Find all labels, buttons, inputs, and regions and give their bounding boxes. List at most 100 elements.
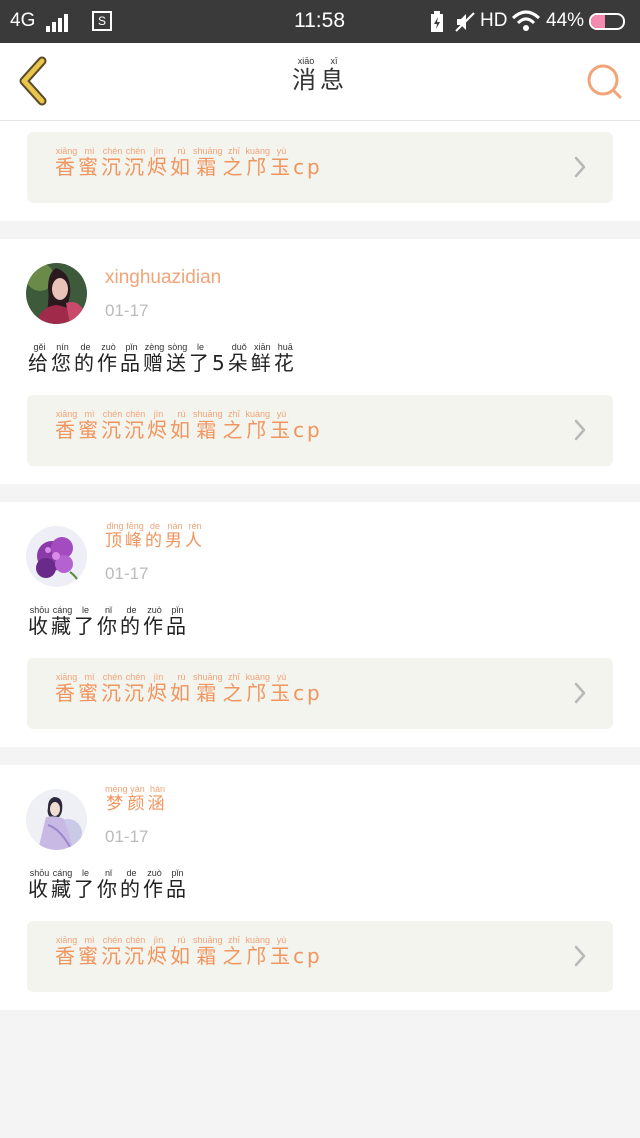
action-char: 你nǐ — [97, 868, 120, 901]
action-char: 收shōu — [28, 605, 51, 638]
work-title-char: 烬jìn — [147, 672, 170, 705]
action-char: 了le — [74, 605, 97, 638]
work-title-char: 玉yù — [270, 672, 294, 705]
work-title-char: 玉yù — [270, 409, 294, 442]
work-title-char: 霜shuāng — [193, 672, 223, 705]
work-title-char: 邝kuàng — [245, 935, 271, 968]
work-link[interactable]: 香xiāng蜜mì沉chén沉chén烬jìn如rú霜shuāng之zhī邝ku… — [27, 395, 613, 466]
work-link[interactable]: 香xiāng蜜mì沉chén沉chén烬jìn如rú霜shuāng之zhī邝ku… — [27, 132, 613, 203]
work-title-char: 之zhī — [222, 672, 246, 705]
work-title-char: 如rú — [170, 935, 193, 968]
work-title: 香xiāng蜜mì沉chén沉chén烬jìn如rú霜shuāng之zhī邝ku… — [55, 935, 323, 970]
action-char: 赠zèng — [143, 342, 166, 375]
clock: 11:58 — [294, 9, 345, 32]
avatar[interactable] — [26, 526, 87, 587]
avatar[interactable] — [26, 263, 87, 324]
work-title-char: cp — [293, 155, 323, 179]
work-title-char: 烬jìn — [147, 409, 170, 442]
battery-charging-icon — [431, 11, 443, 32]
work-title-char: 如rú — [170, 409, 193, 442]
message-date: 01-17 — [105, 301, 149, 320]
action-char: 作zuò — [143, 868, 166, 901]
search-icon[interactable] — [586, 63, 624, 101]
work-title-char: 霜shuāng — [193, 409, 223, 442]
network-type: 4G — [10, 10, 36, 31]
battery-percent: 44% — [546, 10, 585, 31]
action-char: 你nǐ — [97, 605, 120, 638]
work-title: 香xiāng蜜mì沉chén沉chén烬jìn如rú霜shuāng之zhī邝ku… — [55, 672, 323, 707]
work-title-char: 沉chén — [101, 935, 124, 968]
action-char: 作zuò — [97, 342, 120, 375]
username[interactable]: 顶dǐng峰fēng的de男nán人rén — [105, 521, 205, 551]
work-title-char: 沉chén — [101, 672, 124, 705]
action-char: 给gěi — [28, 342, 51, 375]
message-action-text: 收shōu藏cáng了le你nǐ的de作zuò品pǐn — [28, 868, 189, 903]
chevron-right-icon — [574, 682, 586, 704]
action-char: 作zuò — [143, 605, 166, 638]
signal-icon — [46, 12, 72, 32]
work-title-char: 烬jìn — [147, 146, 170, 179]
status-bar: 4G S 11:58 HD 44% — [0, 0, 640, 43]
work-title-char: 沉chén — [124, 409, 147, 442]
message-action-text: 收shōu藏cáng了le你nǐ的de作zuò品pǐn — [28, 605, 189, 640]
action-char: 5 — [212, 351, 228, 375]
action-char: 的de — [74, 342, 97, 375]
chevron-right-icon — [574, 945, 586, 967]
work-title-char: 沉chén — [124, 672, 147, 705]
username-char: 男nán — [165, 521, 185, 550]
work-title-char: cp — [293, 944, 323, 968]
work-title-char: 邝kuàng — [245, 672, 271, 705]
work-title-char: 沉chén — [124, 935, 147, 968]
username-char: 顶dǐng — [105, 521, 125, 550]
action-char: 藏cáng — [51, 605, 74, 638]
username-char: 人rén — [185, 521, 205, 550]
work-title-char: 蜜mì — [78, 935, 101, 968]
username[interactable]: xinghuazidian — [105, 267, 221, 289]
work-title-char: 香xiāng — [55, 935, 78, 968]
action-char: 的de — [120, 605, 143, 638]
message-card: 顶dǐng峰fēng的de男nán人rén 01-17 收shōu藏cáng了l… — [0, 502, 640, 747]
work-link[interactable]: 香xiāng蜜mì沉chén沉chén烬jìn如rú霜shuāng之zhī邝ku… — [27, 658, 613, 729]
work-title-char: 蜜mì — [78, 409, 101, 442]
work-title-char: 烬jìn — [147, 935, 170, 968]
work-title-char: 玉yù — [270, 146, 294, 179]
work-title-char: 之zhī — [222, 409, 246, 442]
username-char: 的de — [145, 521, 165, 550]
action-char: 品pǐn — [120, 342, 143, 375]
work-title-char: 香xiāng — [55, 146, 78, 179]
page-title: 消xiāo息xī — [0, 56, 640, 95]
action-char: 品pǐn — [166, 868, 189, 901]
work-title-char: cp — [293, 418, 323, 442]
username[interactable]: 梦mèng颜yán涵hán — [105, 784, 168, 814]
work-title-char: cp — [293, 681, 323, 705]
work-title-char: 之zhī — [222, 935, 246, 968]
action-char: 鲜xiān — [250, 342, 274, 375]
message-card: 梦mèng颜yán涵hán 01-17 收shōu藏cáng了le你nǐ的de作… — [0, 765, 640, 1010]
work-title-char: 之zhī — [222, 146, 246, 179]
work-title-char: 香xiāng — [55, 672, 78, 705]
work-title: 香xiāng蜜mì沉chén沉chén烬jìn如rú霜shuāng之zhī邝ku… — [55, 409, 323, 444]
avatar[interactable] — [26, 789, 87, 850]
username-char: 涵hán — [147, 784, 168, 813]
title-char: 消xiāo — [292, 56, 320, 94]
wifi-icon — [511, 10, 541, 31]
message-date: 01-17 — [105, 564, 149, 583]
action-char: 藏cáng — [51, 868, 74, 901]
work-title-char: 蜜mì — [78, 672, 101, 705]
work-title-char: 香xiāng — [55, 409, 78, 442]
work-title-char: 如rú — [170, 672, 193, 705]
work-title-char: 邝kuàng — [245, 146, 271, 179]
page-title-text: 消xiāo息xī — [292, 56, 348, 94]
work-title-char: 霜shuāng — [193, 935, 223, 968]
work-title-char: 如rú — [170, 146, 193, 179]
hd-label: HD — [480, 10, 508, 31]
username-char: 峰fēng — [125, 521, 145, 550]
message-list[interactable]: xinghuazidian 01-17 给gěi您nín的de作zuò品pǐn赠… — [0, 121, 640, 1138]
work-title-char: 沉chén — [101, 409, 124, 442]
action-char: 朵duǒ — [227, 342, 251, 375]
work-title-char: 沉chén — [124, 146, 147, 179]
chevron-right-icon — [574, 419, 586, 441]
battery-icon — [589, 13, 625, 30]
work-link[interactable]: 香xiāng蜜mì沉chén沉chén烬jìn如rú霜shuāng之zhī邝ku… — [27, 921, 613, 992]
navigation-header: 消xiāo息xī — [0, 43, 640, 121]
